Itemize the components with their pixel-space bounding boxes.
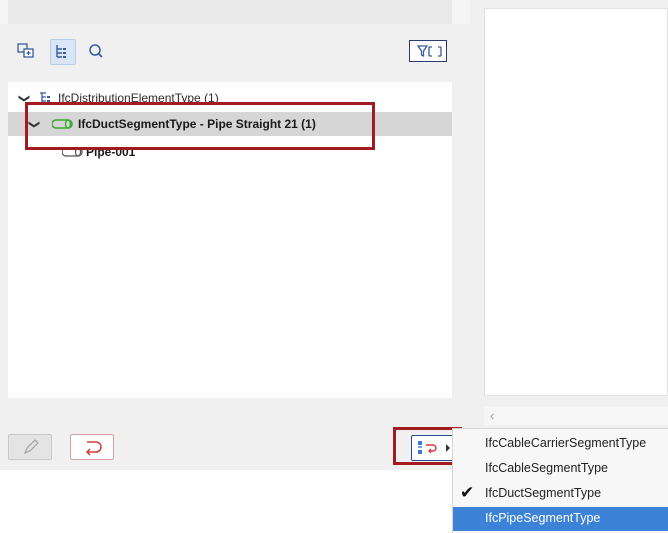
- annotation-highlight-box: [25, 102, 375, 150]
- tree-toolbar: [8, 30, 452, 74]
- detail-content-area: [484, 8, 668, 396]
- tree-view-icon: [56, 45, 66, 58]
- add-element-button[interactable]: [14, 39, 38, 63]
- menu-item-cable-carrier-segment-type[interactable]: IfcCableCarrierSegmentType: [453, 432, 668, 456]
- panel-header-strip: [0, 0, 470, 24]
- reverse-direction-icon: [85, 441, 102, 456]
- menu-item-pipe-segment-type[interactable]: IfcPipeSegmentType: [453, 507, 668, 531]
- segment-type-menu: IfcCableCarrierSegmentType IfcCableSegme…: [452, 428, 668, 533]
- menu-item-duct-segment-type[interactable]: ✔ IfcDuctSegmentType: [453, 482, 668, 506]
- add-element-icon: [17, 43, 34, 58]
- tree-bottom-toolbar: [8, 398, 457, 461]
- tree-view-button[interactable]: [50, 39, 76, 65]
- filter-button[interactable]: [409, 40, 447, 62]
- reverse-direction-button[interactable]: [70, 434, 114, 460]
- scroll-left-arrow-icon[interactable]: ‹: [490, 408, 494, 423]
- pencil-icon: [23, 439, 39, 455]
- checkmark-icon: ✔: [460, 483, 475, 502]
- menu-item-cable-segment-type[interactable]: IfcCableSegmentType: [453, 457, 668, 481]
- search-icon: [89, 44, 103, 58]
- search-button[interactable]: [84, 39, 108, 63]
- filter-icon: [416, 45, 442, 58]
- edit-button[interactable]: [8, 434, 52, 460]
- horizontal-scrollbar[interactable]: ‹: [484, 407, 668, 425]
